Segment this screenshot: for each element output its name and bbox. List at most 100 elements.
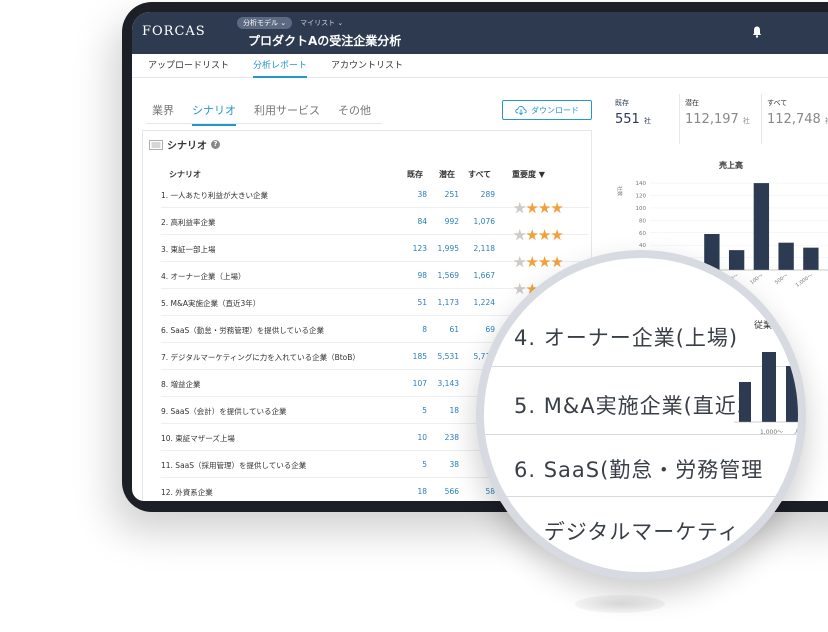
table-row[interactable]: 2. 高利益率企業 84 992 1,076 ★★★★ ★	[161, 208, 589, 244]
row-all[interactable]: 1,076	[465, 217, 495, 226]
y-tick-label: 40	[639, 243, 646, 249]
row-potential[interactable]: 1,569	[429, 271, 459, 280]
row-label: 6. SaaS（勤怠・労務管理）を提供している企業	[161, 326, 325, 335]
row-existing[interactable]: 18	[397, 487, 427, 496]
row-existing[interactable]: 107	[397, 379, 427, 388]
nav-upload-list[interactable]: アップロードリスト	[148, 54, 229, 78]
row-potential[interactable]: 38	[429, 460, 459, 469]
stage: FORCAS 分析モデル ⌄ マイリスト ⌄ プロダクトAの受注企業分析 アップ…	[0, 0, 828, 632]
table-row[interactable]: 3. 東証一部上場 123 1,995 2,118 ★★★★ ★	[161, 235, 589, 271]
row-potential[interactable]: 5,531	[429, 352, 459, 361]
row-potential[interactable]: 992	[429, 217, 459, 226]
stat-potential-unit: 社	[742, 117, 750, 125]
magnifier-shadow	[575, 595, 665, 613]
y-axis-label: 社数	[616, 186, 623, 196]
bar	[753, 183, 770, 270]
row-existing[interactable]: 5	[397, 460, 427, 469]
nav-account-list[interactable]: アカウントリスト	[331, 54, 403, 78]
mag-row-4: 4. オーナー企業(上場)	[514, 326, 739, 350]
table-row[interactable]: 4. オーナー企業（上場）981,5691,667★★★★★	[161, 262, 589, 298]
bell-icon[interactable]	[752, 26, 762, 38]
employees-chart-fragment: 従業員数 1,000〜 人	[734, 319, 800, 436]
row-label: 5. M&A実施企業（直近3年）	[161, 299, 261, 308]
bar	[803, 247, 819, 270]
row-potential[interactable]: 238	[429, 433, 459, 442]
breadcrumb-mylist[interactable]: マイリスト ⌄	[300, 18, 343, 28]
employees-tick-suffix: 人	[794, 429, 800, 436]
row-existing[interactable]: 123	[397, 244, 427, 253]
x-tick-label: 1,000〜	[795, 273, 814, 289]
stat-existing-label: 既存	[615, 99, 629, 107]
breadcrumb-model[interactable]: 分析モデル ⌄	[237, 17, 293, 29]
bar	[778, 242, 794, 270]
stat-existing-value-wrap: 551 社	[615, 112, 679, 127]
download-button[interactable]: ダウンロード	[502, 100, 592, 120]
row-label: 7. デジタルマーケティングに力を入れている企業（BtoB）	[161, 353, 360, 362]
stat-existing-value: 551	[615, 112, 640, 127]
summary-stats: 既存 551 社 潜在 112,197 社 すべて 112,748 社	[610, 94, 828, 144]
row-potential[interactable]: 566	[429, 487, 459, 496]
app-logo: FORCAS	[142, 24, 206, 39]
row-potential[interactable]: 3,143	[429, 379, 459, 388]
help-icon[interactable]: ?	[211, 140, 220, 149]
row-all[interactable]: 1,667	[465, 271, 495, 280]
panel-title-text: シナリオ	[167, 141, 207, 152]
row-existing[interactable]: 38	[397, 190, 427, 199]
row-potential[interactable]: 18	[429, 406, 459, 415]
stat-potential-value-wrap: 112,197 社	[685, 112, 761, 127]
employees-bar	[786, 366, 798, 422]
stat-all-value-wrap: 112,748 社	[767, 112, 828, 127]
row-existing[interactable]: 185	[397, 352, 427, 361]
chart-title: 売上高	[719, 160, 743, 170]
row-potential[interactable]: 1,995	[429, 244, 459, 253]
y-tick-label: 100	[636, 206, 647, 212]
magnifier-lens: 4. オーナー企業(上場) 5. M&A実施企業(直近3 6. SaaS(勤怠・…	[476, 250, 806, 580]
stat-existing: 既存 551 社	[610, 94, 680, 144]
main-nav: アップロードリスト 分析レポート アカウントリスト	[132, 54, 828, 78]
row-potential[interactable]: 61	[429, 325, 459, 334]
row-existing[interactable]: 84	[397, 217, 427, 226]
table-row[interactable]: 1. 一人あたり利益が大きい企業 38 251 289 ★★★★ ★	[161, 181, 589, 217]
top-bar: FORCAS 分析モデル ⌄ マイリスト ⌄ プロダクトAの受注企業分析	[132, 12, 828, 54]
row-existing[interactable]: 98	[397, 271, 427, 280]
row-all[interactable]: 289	[465, 190, 495, 199]
row-all[interactable]: 58	[465, 487, 495, 496]
nav-analysis-report[interactable]: 分析レポート	[253, 54, 308, 78]
row-label: 10. 東証マザーズ上場	[161, 434, 235, 443]
y-tick-label: 80	[639, 218, 646, 224]
stat-existing-unit: 社	[643, 117, 651, 125]
row-existing[interactable]: 10	[397, 433, 427, 442]
mag-row-6: 6. SaaS(勤怠・労務管理	[514, 458, 764, 482]
row-all[interactable]: 69	[465, 325, 495, 334]
mag-divider	[484, 496, 798, 497]
row-label: 8. 増益企業	[161, 380, 201, 389]
employees-bar	[762, 352, 776, 422]
y-tick-label: 120	[636, 194, 647, 200]
row-potential[interactable]: 1,173	[429, 298, 459, 307]
row-label: 12. 外資系企業	[161, 488, 213, 497]
y-tick-label: 140	[636, 181, 647, 187]
row-existing[interactable]: 5	[397, 406, 427, 415]
stat-potential-value: 112,197	[685, 112, 739, 127]
col-scenario: シナリオ	[169, 170, 201, 179]
list-icon	[149, 139, 163, 150]
row-all[interactable]: 2,118	[465, 244, 495, 253]
download-label: ダウンロード	[531, 105, 579, 115]
col-all[interactable]: すべて	[468, 169, 491, 180]
col-potential[interactable]: 潜在	[439, 169, 455, 180]
row-existing[interactable]: 51	[397, 298, 427, 307]
mag-row-7: 7. デジタルマーケティ	[514, 520, 740, 544]
stat-all: すべて 112,748 社	[762, 94, 828, 144]
stat-all-value: 112,748	[767, 112, 821, 127]
row-existing[interactable]: 8	[397, 325, 427, 334]
col-existing[interactable]: 既存	[407, 169, 423, 180]
row-potential[interactable]: 251	[429, 190, 459, 199]
row-label: 2. 高利益率企業	[161, 218, 216, 227]
col-importance[interactable]: 重要度 ▼	[512, 169, 545, 180]
row-all[interactable]: 1,224	[465, 298, 495, 307]
x-tick-label: 100〜	[749, 273, 764, 286]
breadcrumb: 分析モデル ⌄ マイリスト ⌄	[237, 17, 343, 29]
panel-title: シナリオ ?	[149, 137, 220, 152]
stat-all-label: すべて	[767, 99, 788, 107]
mag-row-5: 5. M&A実施企業(直近3	[514, 394, 752, 418]
